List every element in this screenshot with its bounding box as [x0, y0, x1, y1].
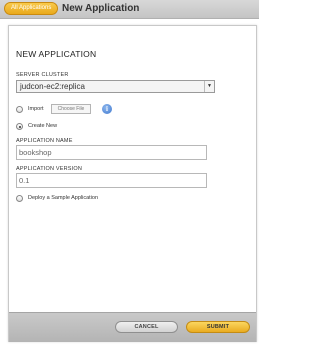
server-cluster-label: SERVER CLUSTER [16, 72, 69, 78]
page-title: New Application [62, 3, 140, 14]
info-icon[interactable]: i [102, 104, 112, 114]
top-bar: All Applications New Application [0, 0, 259, 19]
chevron-down-icon[interactable]: ▼ [204, 81, 214, 92]
create-new-radio[interactable] [16, 123, 23, 130]
submit-button[interactable]: SUBMIT [186, 321, 250, 333]
application-version-label: APPLICATION VERSION [16, 166, 83, 172]
import-radio[interactable] [16, 106, 23, 113]
choose-file-button[interactable]: Choose File [51, 104, 91, 114]
application-version-input[interactable]: 0.1 [16, 173, 207, 188]
server-cluster-select[interactable]: judcon-ec2:replica ▼ [16, 80, 215, 93]
deploy-sample-radio[interactable] [16, 195, 23, 202]
new-application-dialog: NEW APPLICATION SERVER CLUSTER judcon-ec… [8, 25, 257, 342]
dialog-footer: CANCEL SUBMIT [9, 312, 256, 342]
server-cluster-value: judcon-ec2:replica [20, 82, 85, 91]
dialog-title: NEW APPLICATION [16, 49, 97, 59]
create-new-label: Create New [28, 123, 58, 129]
deploy-sample-label: Deploy a Sample Application [28, 195, 99, 201]
application-name-label: APPLICATION NAME [16, 138, 73, 144]
import-label: Import [28, 106, 44, 112]
all-applications-breadcrumb[interactable]: All Applications [4, 2, 59, 15]
application-name-input[interactable]: bookshop [16, 145, 207, 160]
cancel-button[interactable]: CANCEL [115, 321, 178, 333]
